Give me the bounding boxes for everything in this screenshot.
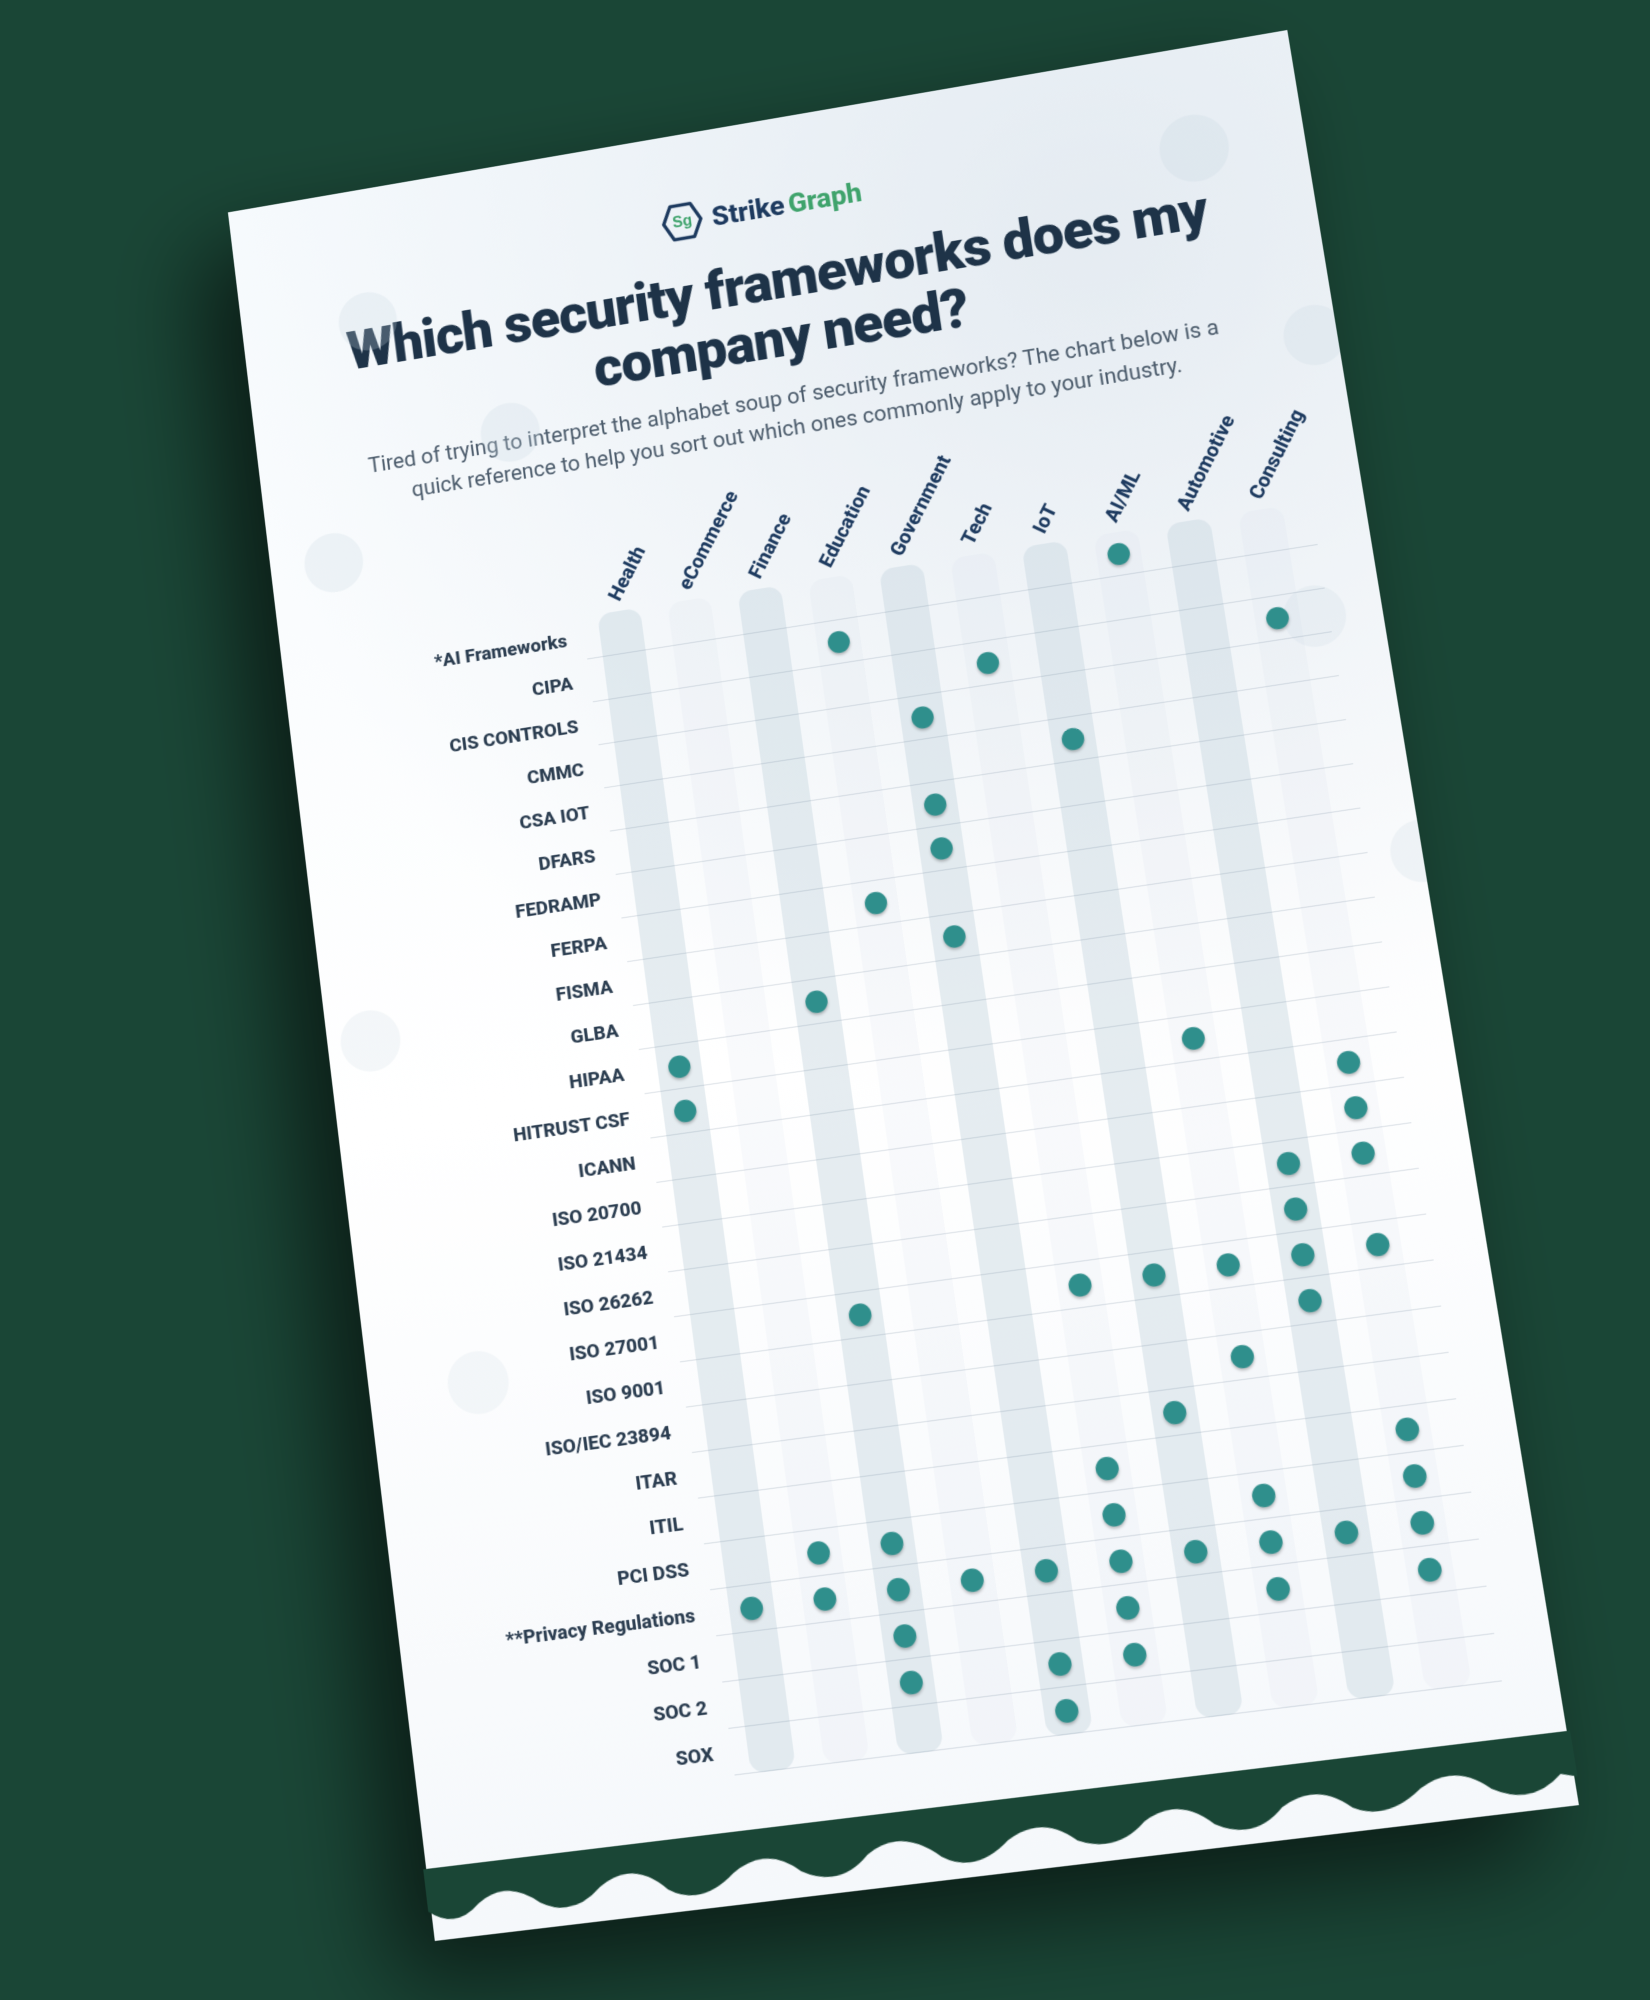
dot-icon bbox=[1067, 1272, 1093, 1298]
dot-icon bbox=[1215, 1252, 1241, 1278]
column-header: Consulting bbox=[1243, 405, 1309, 503]
dot-icon bbox=[804, 989, 829, 1014]
dot-icon bbox=[1265, 605, 1291, 630]
dot-icon bbox=[1094, 1455, 1120, 1481]
dot-icon bbox=[1265, 1575, 1292, 1601]
dot-icon bbox=[1364, 1231, 1391, 1257]
row-label: ISO 27001 bbox=[424, 1328, 687, 1384]
column-header: eCommerce bbox=[673, 487, 743, 593]
dot-icon bbox=[1275, 1150, 1301, 1176]
dot-icon bbox=[739, 1595, 764, 1621]
dot-icon bbox=[1409, 1509, 1436, 1535]
dot-icon bbox=[1141, 1262, 1167, 1288]
dot-icon bbox=[959, 1567, 985, 1593]
dot-icon bbox=[910, 705, 935, 730]
dot-icon bbox=[1162, 1399, 1188, 1425]
dot-icon bbox=[1060, 726, 1085, 751]
dot-icon bbox=[898, 1669, 924, 1695]
dot-icon bbox=[812, 1586, 838, 1612]
dot-icon bbox=[1394, 1416, 1421, 1442]
brand-logo-text: Strike Graph bbox=[710, 176, 864, 233]
dot-icon bbox=[975, 650, 1000, 675]
dot-icon bbox=[1333, 1519, 1360, 1545]
row-label: SOC 2 bbox=[468, 1694, 735, 1748]
dot-icon bbox=[886, 1576, 912, 1602]
dot-icon bbox=[1229, 1343, 1255, 1369]
row-label: ITAR bbox=[440, 1464, 704, 1519]
column-header: Government bbox=[884, 451, 955, 559]
dot-icon bbox=[673, 1098, 698, 1123]
dot-icon bbox=[1180, 1025, 1206, 1051]
dot-icon bbox=[1054, 1697, 1080, 1723]
column-header: Automotive bbox=[1171, 411, 1240, 514]
dot-icon bbox=[1106, 541, 1131, 566]
dot-icon bbox=[826, 629, 851, 654]
dot-icon bbox=[667, 1054, 692, 1079]
column-header: Health bbox=[603, 542, 650, 604]
row-label: **Privacy Regulations bbox=[457, 1602, 723, 1656]
dot-icon bbox=[806, 1540, 832, 1566]
dot-icon bbox=[1290, 1241, 1316, 1267]
dot-icon bbox=[1350, 1140, 1376, 1166]
column-header: IoT bbox=[1027, 500, 1062, 537]
dot-icon bbox=[1258, 1529, 1285, 1555]
document-sheet: Sg Strike Graph Which security framework… bbox=[228, 30, 1579, 1941]
dot-icon bbox=[1183, 1538, 1209, 1564]
column-header: Tech bbox=[956, 499, 997, 549]
dot-icon bbox=[1297, 1287, 1323, 1313]
dot-icon bbox=[1047, 1651, 1073, 1677]
matrix-grid: *AI FrameworksCIPACIS CONTROLSCMMCCSA IO… bbox=[589, 503, 1493, 1775]
row-label: ISO 9001 bbox=[429, 1373, 692, 1429]
row-label: ISO 26262 bbox=[418, 1283, 680, 1339]
dot-icon bbox=[942, 924, 967, 949]
dot-icon bbox=[1250, 1482, 1277, 1508]
column-header: Finance bbox=[743, 509, 796, 582]
dot-icon bbox=[863, 890, 888, 915]
dot-icon bbox=[1108, 1548, 1134, 1574]
brand-logo-mark: Sg bbox=[659, 198, 705, 244]
row-label: ITIL bbox=[446, 1510, 711, 1565]
dot-icon bbox=[1101, 1501, 1127, 1527]
brand-name-a: Strike bbox=[710, 189, 787, 232]
column-header: Education bbox=[813, 481, 874, 570]
dot-icon bbox=[1282, 1196, 1308, 1222]
row-label: ISO/IEC 23894 bbox=[435, 1419, 699, 1474]
dot-icon bbox=[1343, 1094, 1369, 1120]
row-label: SOC 1 bbox=[462, 1648, 728, 1702]
dot-icon bbox=[1416, 1556, 1443, 1582]
dot-icon bbox=[847, 1302, 872, 1328]
row-label: PCI DSS bbox=[451, 1556, 716, 1611]
dot-icon bbox=[929, 836, 954, 861]
dot-icon bbox=[1335, 1049, 1361, 1075]
column-header: AI/ML bbox=[1099, 466, 1145, 525]
brand-name-b: Graph bbox=[786, 176, 864, 220]
dot-icon bbox=[923, 792, 948, 817]
row-label: SOX bbox=[474, 1740, 741, 1794]
dot-icon bbox=[1401, 1463, 1428, 1489]
dot-icon bbox=[1115, 1594, 1141, 1620]
framework-industry-matrix: HealtheCommerceFinanceEducationGovernmen… bbox=[589, 503, 1493, 1775]
dot-icon bbox=[1122, 1641, 1148, 1667]
dot-icon bbox=[892, 1623, 918, 1649]
dot-icon bbox=[879, 1530, 905, 1556]
svg-text:Sg: Sg bbox=[671, 213, 693, 232]
dot-icon bbox=[1033, 1557, 1059, 1583]
